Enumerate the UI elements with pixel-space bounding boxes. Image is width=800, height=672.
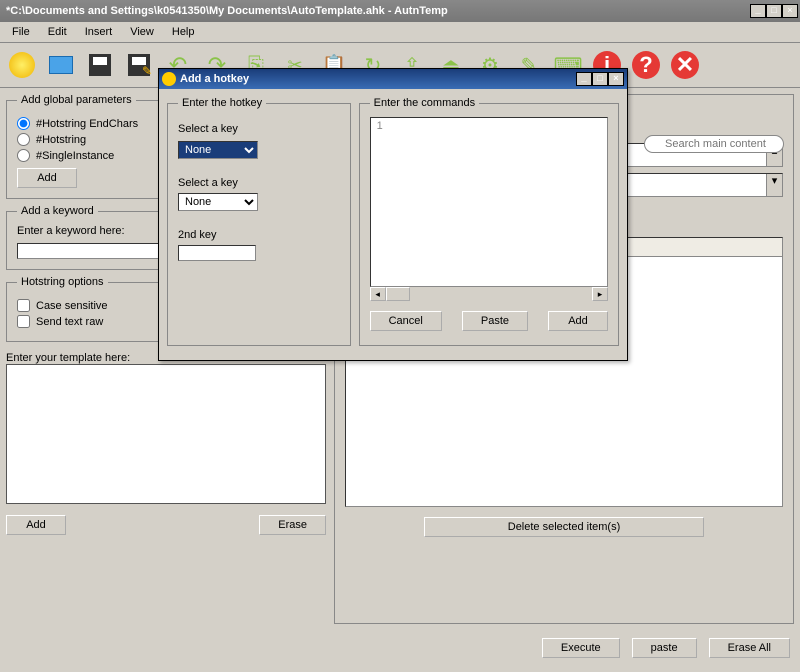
- radio-singleinstance[interactable]: [17, 149, 30, 162]
- template-textarea[interactable]: [6, 364, 326, 504]
- second-key-input[interactable]: [178, 245, 256, 261]
- enter-hotkey-group: Enter the hotkey Select a key None Selec…: [167, 97, 351, 346]
- enter-commands-legend: Enter the commands: [370, 97, 480, 109]
- eraseall-button[interactable]: Erase All: [709, 638, 790, 658]
- dialog-minimize-button[interactable]: _: [576, 72, 592, 86]
- keyword-input[interactable]: [17, 243, 177, 259]
- dialog-cancel-button[interactable]: Cancel: [370, 311, 442, 331]
- close-button[interactable]: ×: [782, 4, 798, 18]
- close-app-icon[interactable]: ✕: [667, 47, 703, 83]
- menu-view[interactable]: View: [122, 24, 162, 40]
- add-hotkey-dialog: Add a hotkey _ □ × Enter the hotkey Sele…: [158, 68, 628, 361]
- commands-textarea[interactable]: 1: [370, 117, 608, 287]
- help-icon[interactable]: ?: [628, 47, 664, 83]
- radio-hotstring-label: #Hotstring: [36, 134, 86, 146]
- menu-help[interactable]: Help: [164, 24, 203, 40]
- dialog-titlebar[interactable]: Add a hotkey _ □ ×: [159, 69, 627, 89]
- hscroll-left-icon[interactable]: ◂: [370, 287, 386, 301]
- menu-file[interactable]: File: [4, 24, 38, 40]
- key2-select[interactable]: None: [178, 193, 258, 211]
- radio-endchars[interactable]: [17, 117, 30, 130]
- hscroll-thumb[interactable]: [386, 287, 410, 301]
- minimize-button[interactable]: _: [750, 4, 766, 18]
- check-case-label: Case sensitive: [36, 300, 108, 312]
- menubar: File Edit Insert View Help: [0, 22, 800, 43]
- search-input[interactable]: [644, 135, 784, 153]
- radio-hotstring[interactable]: [17, 133, 30, 146]
- open-icon[interactable]: [43, 47, 79, 83]
- main-titlebar: *C:\Documents and Settings\k0541350\My D…: [0, 0, 800, 22]
- template-erase-button[interactable]: Erase: [259, 515, 326, 535]
- enter-hotkey-legend: Enter the hotkey: [178, 97, 266, 109]
- window-title: *C:\Documents and Settings\k0541350\My D…: [2, 5, 750, 17]
- key1-select[interactable]: None: [178, 141, 258, 159]
- menu-insert[interactable]: Insert: [77, 24, 121, 40]
- dialog-title: Add a hotkey: [180, 73, 576, 85]
- radio-endchars-label: #Hotstring EndChars: [36, 118, 138, 130]
- execute-button[interactable]: Execute: [542, 638, 620, 658]
- saveas-icon[interactable]: ✎: [121, 47, 157, 83]
- new-icon[interactable]: [4, 47, 40, 83]
- hscroll-right-icon[interactable]: ▸: [592, 287, 608, 301]
- dialog-icon: [162, 72, 176, 86]
- dialog-maximize-button[interactable]: □: [592, 72, 608, 86]
- radio-singleinstance-label: #SingleInstance: [36, 150, 114, 162]
- paste-button[interactable]: paste: [632, 638, 697, 658]
- dialog-add-button[interactable]: Add: [548, 311, 608, 331]
- check-raw[interactable]: [17, 315, 30, 328]
- keyword-legend: Add a keyword: [17, 205, 98, 217]
- second-key-label: 2nd key: [178, 229, 340, 241]
- dialog-close-button[interactable]: ×: [608, 72, 624, 86]
- select-key2-label: Select a key: [178, 177, 340, 189]
- scroll-down-icon[interactable]: ▾: [766, 174, 782, 196]
- delete-selected-button[interactable]: Delete selected item(s): [424, 517, 704, 537]
- dialog-paste-button[interactable]: Paste: [462, 311, 528, 331]
- global-params-legend: Add global parameters: [17, 94, 136, 106]
- select-key1-label: Select a key: [178, 123, 340, 135]
- enter-commands-group: Enter the commands 1 ◂ ▸ Cancel Paste Ad…: [359, 97, 619, 346]
- menu-edit[interactable]: Edit: [40, 24, 75, 40]
- global-add-button[interactable]: Add: [17, 168, 77, 188]
- maximize-button[interactable]: □: [766, 4, 782, 18]
- check-raw-label: Send text raw: [36, 316, 103, 328]
- check-case[interactable]: [17, 299, 30, 312]
- row-number: 1: [371, 118, 607, 134]
- save-icon[interactable]: [82, 47, 118, 83]
- template-add-button[interactable]: Add: [6, 515, 66, 535]
- hotstring-legend: Hotstring options: [17, 276, 108, 288]
